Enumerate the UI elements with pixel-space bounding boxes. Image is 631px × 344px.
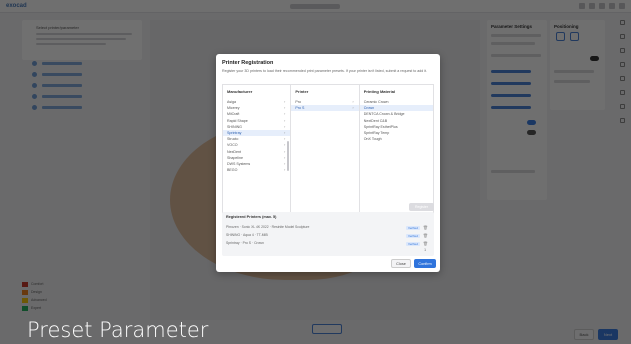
printer-registration-dialog: Printer Registration Register your 3D pr… [216, 54, 440, 272]
verified-badge: Verified [405, 225, 420, 230]
caption-text: Preset Parameter [27, 318, 209, 342]
dialog-title: Printer Registration [222, 60, 274, 66]
material-item[interactable]: OnX Tough [360, 136, 433, 142]
printer-item-selected[interactable]: Pro S › [291, 105, 359, 112]
dialog-footer: Close Confirm [391, 259, 436, 268]
registered-printers-title: Registered Printers (max. 5) [226, 215, 277, 219]
registered-printer-row: Sprintray · Pro S · Crown Verified 🗑 [226, 240, 428, 247]
registered-printers-list: Registered Printers (max. 5) Phrozen · S… [222, 212, 434, 256]
verified-badge: Verified [405, 233, 420, 238]
printer-header: Printer [295, 89, 309, 94]
chevron-right-icon: › [284, 167, 286, 173]
registered-printer-row: SHINING · Aqua 4 · TT-MIB Verified 🗑 [226, 232, 428, 239]
chevron-right-icon: › [352, 105, 354, 111]
verified-badge: Verified [405, 241, 420, 246]
dialog-description: Register your 3D printers to load their … [222, 69, 428, 73]
pagination: 1 [226, 247, 430, 254]
registered-printer-row: Phrozen · Sonic XL 4K 2022 · Resinite Mo… [226, 224, 428, 231]
trash-icon[interactable]: 🗑 [423, 224, 428, 231]
trash-icon[interactable]: 🗑 [423, 232, 428, 239]
manufacturer-item[interactable]: BEGO › [223, 167, 290, 173]
material-header: Printing Material [363, 89, 396, 94]
register-button[interactable]: Register [409, 203, 434, 211]
close-button[interactable]: Close [391, 259, 411, 268]
manufacturer-header: Manufacturer [227, 89, 253, 94]
trash-icon[interactable]: 🗑 [423, 240, 428, 247]
confirm-button[interactable]: Confirm [414, 259, 436, 268]
page-indicator[interactable]: 1 [424, 247, 426, 254]
